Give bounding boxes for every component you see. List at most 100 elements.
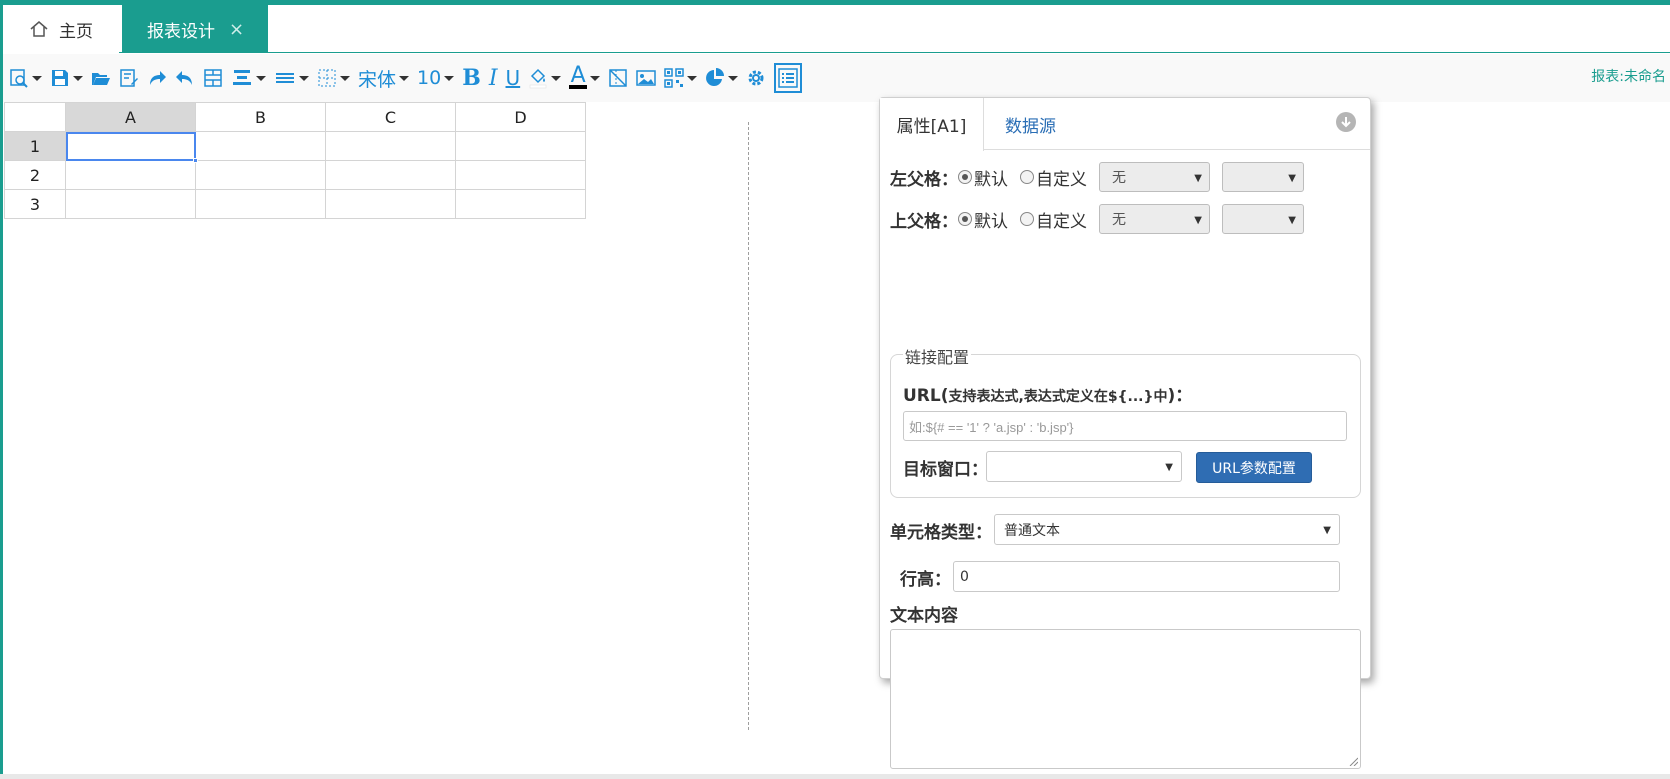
link-config-fieldset: 链接配置 URL(支持表达式,表达式定义在${...}中)： 如:${# == … — [890, 344, 1361, 498]
pie-chart-icon — [705, 68, 725, 88]
column-header[interactable]: C — [325, 102, 456, 132]
resize-grip-icon[interactable] — [1348, 756, 1358, 766]
redo-button[interactable] — [147, 60, 167, 96]
target-window-label: 目标窗口： — [903, 460, 988, 480]
insert-image-button[interactable] — [636, 60, 656, 96]
font-family-dropdown[interactable]: 宋体 — [358, 60, 410, 96]
clear-format-icon — [608, 68, 628, 88]
left-parent-custom-option[interactable]: 自定义 — [1020, 165, 1087, 190]
chevron-down-icon — [32, 75, 42, 81]
valign-button[interactable] — [274, 60, 309, 96]
tab-home[interactable]: 主页 — [3, 5, 119, 53]
bottom-bar — [0, 774, 1670, 779]
grid-cell[interactable] — [325, 189, 456, 219]
undo-button[interactable] — [175, 60, 195, 96]
chart-button[interactable] — [705, 60, 739, 96]
tab-attributes[interactable]: 属性[A1] — [880, 98, 984, 151]
table-icon — [203, 68, 223, 88]
close-icon[interactable]: × — [229, 19, 244, 40]
url-input[interactable]: 如:${# == '1' ? 'a.jsp' : 'b.jsp'} — [903, 411, 1347, 441]
cell-type-select[interactable]: 普通文本 ▼ — [994, 514, 1340, 545]
grid-cell[interactable] — [455, 160, 586, 190]
open-button[interactable] — [91, 60, 111, 96]
save-button[interactable] — [50, 60, 83, 96]
cell-type-label: 单元格类型： — [890, 523, 992, 543]
font-family-value: 宋体 — [358, 68, 397, 91]
cell-type-value: 普通文本 — [1004, 522, 1060, 539]
edit-button[interactable] — [119, 60, 139, 96]
chevron-down-icon — [551, 75, 562, 81]
radio-checked[interactable] — [958, 170, 972, 184]
left-parent-cell-select[interactable]: ▼ — [1222, 162, 1304, 192]
link-config-legend: 链接配置 — [903, 344, 972, 368]
left-parent-label: 左父格： — [890, 169, 958, 190]
chevron-down-icon: ▼ — [1288, 173, 1296, 184]
grid-corner[interactable] — [4, 102, 66, 132]
top-parent-custom-option[interactable]: 自定义 — [1020, 207, 1087, 232]
top-parent-cell-select[interactable]: ▼ — [1222, 204, 1304, 234]
fill-color-button[interactable] — [528, 60, 562, 96]
row-header[interactable]: 3 — [4, 189, 66, 219]
radio-unchecked[interactable] — [1020, 170, 1034, 184]
grid-cell[interactable] — [325, 131, 456, 161]
top-parent-select[interactable]: 无 ▼ — [1099, 204, 1210, 234]
grid-cell[interactable] — [65, 189, 196, 219]
clear-format-button[interactable] — [608, 60, 628, 96]
target-window-select[interactable]: ▼ — [986, 451, 1182, 482]
grid-cell-selected[interactable] — [65, 131, 198, 163]
row-header[interactable]: 1 — [4, 131, 66, 161]
italic-button[interactable]: I — [489, 60, 498, 96]
paint-bucket-icon — [528, 67, 548, 89]
grid-cell[interactable] — [325, 160, 456, 190]
radio-label: 自定义 — [1036, 169, 1087, 190]
border-button[interactable] — [317, 60, 350, 96]
row-header[interactable]: 2 — [4, 160, 66, 190]
chevron-down-icon — [256, 75, 266, 81]
column-header[interactable]: B — [195, 102, 326, 132]
column-header[interactable]: A — [65, 102, 196, 132]
align-button[interactable] — [231, 60, 266, 96]
radio-unchecked[interactable] — [1020, 212, 1034, 226]
row-height-input[interactable]: 0 — [953, 561, 1340, 592]
settings-button[interactable] — [746, 60, 766, 96]
chevron-down-icon — [399, 75, 410, 81]
underline-button[interactable]: U — [506, 60, 521, 96]
select-value: 无 — [1112, 170, 1126, 186]
chevron-down-icon — [687, 75, 698, 81]
preview-button[interactable] — [9, 60, 42, 96]
merge-cells-button[interactable] — [203, 60, 223, 96]
collapse-panel-icon[interactable] — [1336, 112, 1356, 132]
save-icon — [50, 68, 70, 88]
properties-panel-button[interactable] — [774, 63, 803, 93]
chevron-down-icon: ▼ — [1194, 215, 1202, 226]
grid-cell[interactable] — [455, 189, 586, 219]
grid-cell[interactable] — [195, 189, 326, 219]
grid-cell[interactable] — [195, 160, 326, 190]
left-parent-select[interactable]: 无 ▼ — [1099, 162, 1210, 192]
top-parent-label: 上父格： — [890, 211, 958, 232]
top-parent-default-option[interactable]: 默认 — [958, 207, 1008, 232]
fill-handle[interactable] — [193, 158, 198, 163]
url-label: URL(支持表达式,表达式定义在${...}中)： — [903, 381, 1192, 406]
chevron-down-icon — [728, 75, 739, 81]
font-color-button[interactable]: A — [569, 60, 601, 96]
column-header[interactable]: D — [455, 102, 586, 132]
url-label-end: )： — [1167, 386, 1193, 406]
tab-report-design[interactable]: 报表设计 × — [122, 5, 268, 53]
font-color-icon: A — [569, 65, 588, 89]
grid-cell[interactable] — [195, 131, 326, 161]
qrcode-button[interactable] — [664, 60, 698, 96]
text-content-textarea[interactable] — [890, 629, 1361, 769]
grid-cell[interactable] — [65, 160, 196, 190]
tab-datasource[interactable]: 数据源 — [1005, 98, 1056, 151]
url-param-config-button[interactable]: URL参数配置 — [1196, 452, 1312, 483]
chevron-down-icon — [299, 75, 309, 81]
properties-panel: 属性[A1] 数据源 左父格： 默认 自定义 无 ▼ ▼ 上父格： 默认 自定义… — [879, 97, 1371, 769]
grid-cell[interactable] — [455, 131, 586, 161]
left-accent-bar — [0, 0, 3, 779]
left-parent-default-option[interactable]: 默认 — [958, 165, 1008, 190]
radio-checked[interactable] — [958, 212, 972, 226]
tab-home-label: 主页 — [59, 21, 93, 42]
font-size-dropdown[interactable]: 10 — [417, 60, 455, 96]
bold-button[interactable]: B — [462, 60, 481, 96]
